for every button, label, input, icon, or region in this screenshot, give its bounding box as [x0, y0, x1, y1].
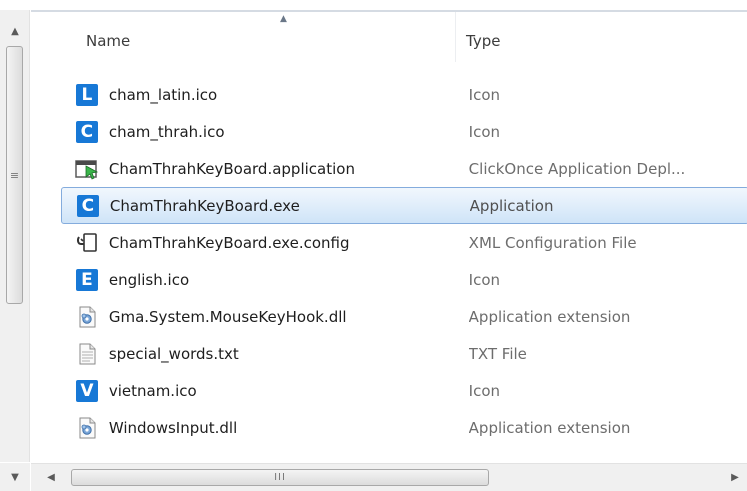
file-row[interactable]: Gma.System.MouseKeyHook.dll Application e… [64, 298, 747, 335]
file-type: ClickOnce Application Depl... [468, 159, 686, 178]
file-type: Icon [468, 381, 501, 400]
file-name: Gma.System.MouseKeyHook.dll [108, 307, 347, 326]
icon-letter: E [75, 268, 98, 291]
scroll-up-arrow-icon[interactable]: ▲ [0, 18, 30, 44]
file-type: Icon [468, 122, 501, 141]
column-divider[interactable] [455, 12, 456, 62]
vertical-scroll-thumb[interactable]: ≡ [6, 46, 23, 304]
letter-c-icon: C [74, 119, 100, 145]
column-header-name[interactable]: Name [86, 32, 130, 50]
file-row[interactable]: C ChamThrahKeyBoard.exe Application [61, 187, 747, 224]
grip-icon: ≡ [9, 168, 20, 182]
file-list-view: ▲ ≡ ▼ ▲ Name Type Lcham_latin.icoIconCch… [0, 0, 747, 491]
config-file-icon [74, 230, 100, 256]
file-type: Icon [468, 85, 501, 104]
file-type: Application extension [468, 418, 631, 437]
scroll-left-arrow-icon[interactable]: ◀ [39, 464, 63, 491]
file-name: cham_latin.ico [108, 85, 218, 104]
letter-v-icon: V [74, 378, 100, 404]
scroll-down-arrow-icon[interactable]: ▼ [0, 463, 30, 491]
clickonce-application-icon [74, 156, 100, 182]
file-row[interactable]: special_words.txt TXT File [64, 335, 747, 372]
file-name: vietnam.ico [108, 381, 197, 400]
file-row[interactable]: WindowsInput.dll Application extension [64, 409, 747, 446]
letter-e-icon: E [74, 267, 100, 293]
file-name: ChamThrahKeyBoard.exe.config [108, 233, 350, 252]
file-row[interactable]: Ccham_thrah.ico Icon [64, 113, 747, 150]
icon-letter: V [75, 379, 98, 402]
file-name: cham_thrah.ico [108, 122, 225, 141]
file-name: english.ico [108, 270, 190, 289]
file-type: XML Configuration File [468, 233, 637, 252]
icon-letter: C [75, 120, 98, 143]
horizontal-scroll-thumb[interactable]: III [71, 469, 489, 486]
column-header-type[interactable]: Type [466, 32, 500, 50]
sort-ascending-icon: ▲ [280, 14, 287, 24]
file-row[interactable]: ChamThrahKeyBoard.application ClickOnce A… [64, 150, 747, 187]
column-header: ▲ Name Type [31, 10, 747, 62]
dll-file-icon [74, 415, 100, 441]
horizontal-scrollbar[interactable]: ◀ III ▶ [31, 463, 747, 491]
vertical-scrollbar[interactable]: ▲ ≡ ▼ [0, 10, 30, 477]
file-type: Application [469, 196, 554, 215]
grip-icon: III [274, 472, 286, 483]
scroll-right-arrow-icon[interactable]: ▶ [723, 464, 747, 491]
icon-letter: C [76, 194, 99, 217]
icon-letter: L [75, 83, 98, 106]
file-type: Application extension [468, 307, 631, 326]
file-rows: Lcham_latin.ico Icon Ccham_thrah.ico Icon Ch… [61, 76, 747, 446]
file-row[interactable]: Eenglish.ico Icon [64, 261, 747, 298]
file-type: Icon [468, 270, 501, 289]
file-row[interactable]: Vvietnam.ico Icon [64, 372, 747, 409]
file-name: WindowsInput.dll [108, 418, 238, 437]
letter-c-icon: C [75, 193, 101, 219]
letter-l-icon: L [74, 82, 100, 108]
file-name: ChamThrahKeyBoard.application [108, 159, 355, 178]
file-row[interactable]: Lcham_latin.ico Icon [64, 76, 747, 113]
file-name: ChamThrahKeyBoard.exe [109, 196, 300, 215]
text-file-icon [74, 341, 100, 367]
file-type: TXT File [468, 344, 527, 363]
file-name: special_words.txt [108, 344, 239, 363]
dll-file-icon [74, 304, 100, 330]
file-row[interactable]: ChamThrahKeyBoard.exe.config XML Configur… [64, 224, 747, 261]
